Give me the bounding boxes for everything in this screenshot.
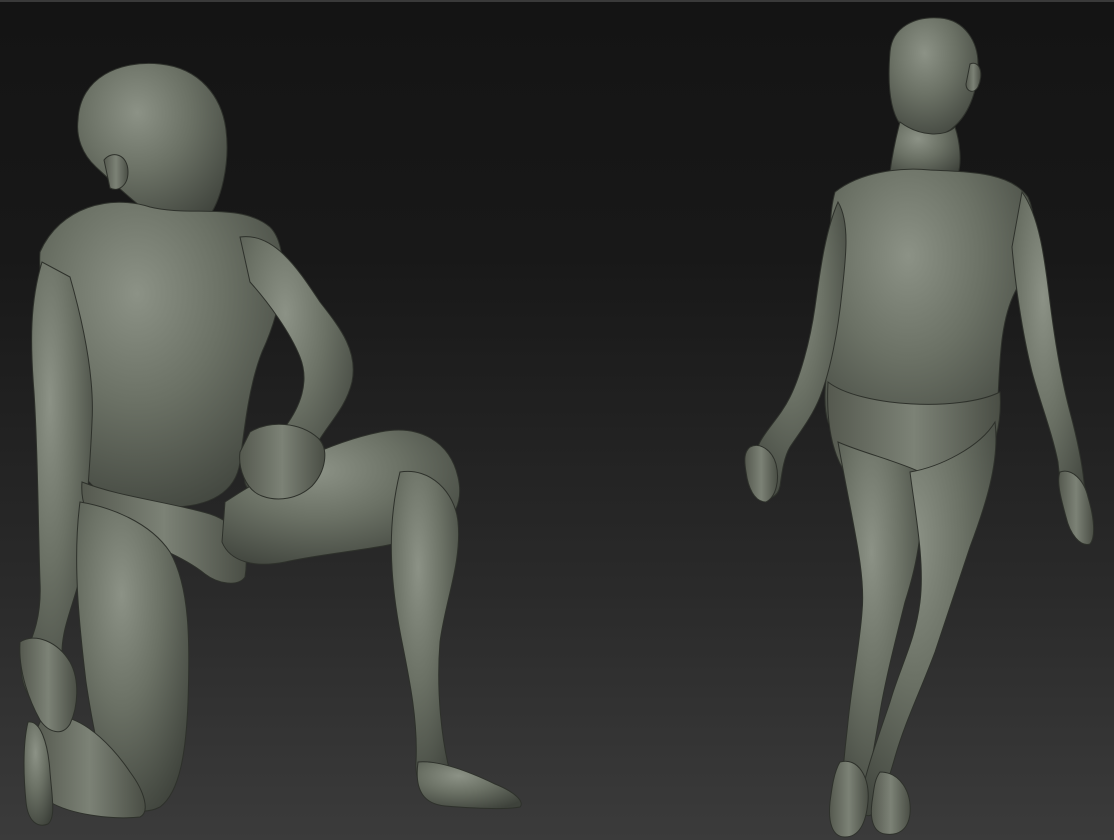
- standing-figure-head: [888, 17, 979, 137]
- kneeling-figure-raised-shin: [390, 470, 460, 793]
- standing-figure-right-foot: [870, 771, 911, 835]
- kneeling-figure-model[interactable]: [19, 62, 522, 826]
- standing-figure-left-foot: [829, 760, 869, 838]
- kneeling-figure-raised-foot: [416, 761, 522, 810]
- sculpt-viewport-canvas[interactable]: [0, 0, 1114, 840]
- viewport-render: [19, 17, 1095, 838]
- kneeling-figure-head: [77, 62, 228, 229]
- standing-figure-model[interactable]: [744, 17, 1095, 838]
